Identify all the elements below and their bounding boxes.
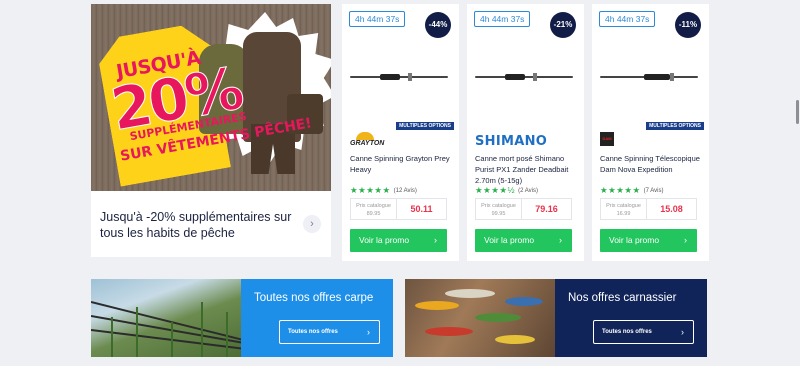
countdown-timer: 4h 44m 37s	[349, 11, 406, 27]
product-card[interactable]: 4h 44m 37s -21% SHIMANO Canne mort posé …	[467, 4, 584, 261]
promo-banner-image[interactable]: JUSQU'À 20% SUPPLÉMENTAIRES SUR VÊTEMENT…	[91, 4, 331, 191]
catalog-price-value: 89.95	[366, 211, 381, 217]
product-card[interactable]: 4h 44m 37s -11% MULTIPLES OPTIONS DAM Ca…	[592, 4, 709, 261]
catalog-price: Prix catalogue 16.99	[601, 199, 647, 219]
chevron-right-icon: ›	[559, 235, 562, 245]
carp-offers-banner[interactable]: Toutes nos offres carpe Toutes nos offre…	[91, 279, 393, 357]
see-promo-button[interactable]: Voir la promo ›	[600, 229, 697, 252]
see-promo-button[interactable]: Voir la promo ›	[350, 229, 447, 252]
brand-logo: DAM	[600, 132, 614, 146]
sale-price: 79.16	[535, 204, 558, 214]
see-promo-label: Voir la promo	[359, 235, 410, 245]
price-box: Prix catalogue 99.95 79.16	[475, 198, 572, 220]
banner-title: Toutes nos offres carpe	[254, 292, 374, 304]
chevron-right-icon: ›	[367, 327, 370, 337]
countdown-timer: 4h 44m 37s	[599, 11, 656, 27]
carp-rods-image	[91, 279, 250, 357]
catalog-price-value: 16.99	[616, 211, 631, 217]
sale-price: 50.11	[410, 204, 433, 214]
predator-offers-banner[interactable]: Nos offres carnassier Toutes nos offres …	[405, 279, 707, 357]
all-offers-button[interactable]: Toutes nos offres ›	[593, 320, 694, 344]
rating: ★★★★★ (12 Avis)	[350, 185, 417, 196]
all-offers-label: Toutes nos offres	[602, 329, 652, 335]
chevron-right-icon: ›	[681, 327, 684, 337]
brand-logo: SHIMANO	[475, 134, 548, 149]
chevron-right-icon[interactable]: ›	[303, 215, 321, 233]
product-image[interactable]	[600, 73, 698, 81]
rating: ★★★★½ (2 Avis)	[475, 185, 538, 196]
catalog-price: Prix catalogue 99.95	[476, 199, 522, 219]
brand-logo: GRAYTON	[350, 130, 384, 150]
sale-price: 15.08	[660, 204, 683, 214]
predator-offers-panel: Nos offres carnassier Toutes nos offres …	[555, 279, 707, 357]
price-box: Prix catalogue 16.99 15.08	[600, 198, 697, 220]
all-offers-label: Toutes nos offres	[288, 329, 338, 335]
review-count: (12 Avis)	[393, 188, 417, 194]
countdown-timer: 4h 44m 37s	[474, 11, 531, 27]
fishing-lures-image	[405, 279, 555, 357]
product-name[interactable]: Canne mort posé Shimano Purist PX1 Zande…	[475, 153, 579, 186]
chevron-right-icon: ›	[434, 235, 437, 245]
rating: ★★★★★ (7 Avis)	[600, 185, 664, 196]
scrollbar[interactable]	[796, 100, 799, 124]
review-count: (7 Avis)	[643, 188, 664, 194]
promo-card[interactable]: JUSQU'À 20% SUPPLÉMENTAIRES SUR VÊTEMENT…	[91, 4, 331, 257]
catalog-price-label: Prix catalogue	[606, 203, 641, 209]
price-box: Prix catalogue 89.95 50.11	[350, 198, 447, 220]
discount-badge: -21%	[550, 12, 576, 38]
star-rating-icon: ★★★★★	[350, 185, 391, 195]
catalog-price-value: 99.95	[491, 211, 506, 217]
promo-description[interactable]: Jusqu'à -20% supplémentaires sur tous le…	[100, 209, 300, 241]
see-promo-button[interactable]: Voir la promo ›	[475, 229, 572, 252]
discount-badge: -11%	[675, 12, 701, 38]
star-rating-icon: ★★★★½	[475, 185, 516, 195]
product-image[interactable]	[350, 73, 448, 81]
discount-badge: -44%	[425, 12, 451, 38]
catalog-price: Prix catalogue 89.95	[351, 199, 397, 219]
product-card[interactable]: 4h 44m 37s -44% MULTIPLES OPTIONS GRAYTO…	[342, 4, 459, 261]
multiple-options-badge: MULTIPLES OPTIONS	[396, 122, 454, 130]
see-promo-label: Voir la promo	[484, 235, 535, 245]
banner-title: Nos offres carnassier	[568, 292, 677, 304]
catalog-price-label: Prix catalogue	[356, 203, 391, 209]
star-rating-icon: ★★★★★	[600, 185, 641, 195]
carp-offers-panel: Toutes nos offres carpe Toutes nos offre…	[241, 279, 393, 357]
see-promo-label: Voir la promo	[609, 235, 660, 245]
multiple-options-badge: MULTIPLES OPTIONS	[646, 122, 704, 130]
product-name[interactable]: Canne Spinning Télescopique Dam Nova Exp…	[600, 153, 704, 175]
product-image[interactable]	[475, 73, 573, 81]
product-name[interactable]: Canne Spinning Grayton Prey Heavy	[350, 153, 454, 175]
chevron-right-icon: ›	[684, 235, 687, 245]
review-count: (2 Avis)	[518, 188, 538, 194]
catalog-price-label: Prix catalogue	[481, 203, 516, 209]
all-offers-button[interactable]: Toutes nos offres ›	[279, 320, 380, 344]
